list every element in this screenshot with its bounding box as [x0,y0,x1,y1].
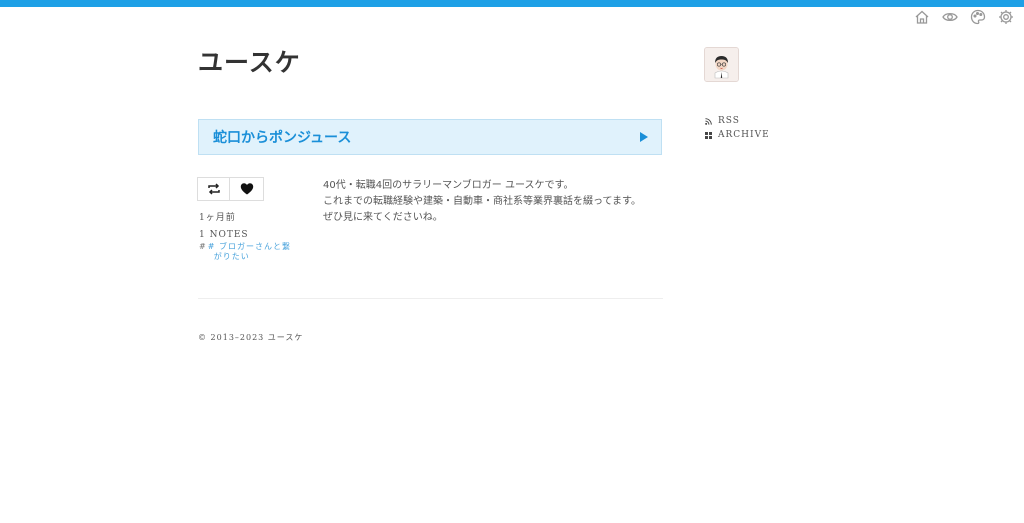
post-body: 40代・転職4回のサラリーマンブロガー ユースケです。 これまでの転職経験や建築… [323,178,663,226]
post-notes-count[interactable]: 1 NOTES [199,228,295,242]
sidebar-item-archive[interactable]: ARCHIVE [705,128,770,142]
tag-text: # ブロガーさんと繋 がりたい [208,242,291,262]
home-icon[interactable] [914,9,930,25]
grid-icon [705,131,712,139]
reblog-icon [207,183,220,195]
palette-icon[interactable] [970,9,986,25]
post-meta: 1ヶ月前 1 NOTES # # ブロガーさんと繋 がりたい [199,211,295,262]
post-actions [197,177,264,201]
sidebar-item-label: RSS [718,116,740,126]
post-body-line: ぜひ見に来てくださいね。 [323,212,443,223]
site-title[interactable]: ユースケ [198,48,301,78]
sidebar-item-label: ARCHIVE [718,130,770,140]
post-title-banner[interactable]: 蛇口からポンジュース [198,119,662,155]
post-date[interactable]: 1ヶ月前 [199,211,295,225]
heart-icon [240,183,253,195]
post-body-line: これまでの転職経験や建築・自動車・商社系等業界裏話を綴ってます。 [323,196,641,207]
eye-icon[interactable] [942,9,958,25]
tag-text-line-2: がりたい [213,252,250,261]
gear-icon[interactable] [998,9,1014,25]
top-toolbar [914,9,1014,25]
play-arrow-icon [640,132,648,142]
rss-icon [705,117,712,125]
tag-hash-symbol: # [199,242,207,251]
reblog-button[interactable] [197,177,230,201]
sidebar-links: RSS ARCHIVE [705,114,770,142]
sidebar-item-rss[interactable]: RSS [705,114,770,128]
avatar[interactable] [704,47,739,82]
footer-copyright: © 2013–2023 ユースケ [198,333,304,342]
tag-text-line-1: # ブロガーさんと繋 [207,242,291,251]
like-button[interactable] [229,177,264,201]
banner-title: 蛇口からポンジュース [213,130,352,146]
post-body-line: 40代・転職4回のサラリーマンブロガー ユースケです。 [323,180,574,191]
post-tag[interactable]: # # ブロガーさんと繋 がりたい [199,242,295,262]
content-divider [198,298,663,299]
top-accent-bar [0,0,1024,7]
